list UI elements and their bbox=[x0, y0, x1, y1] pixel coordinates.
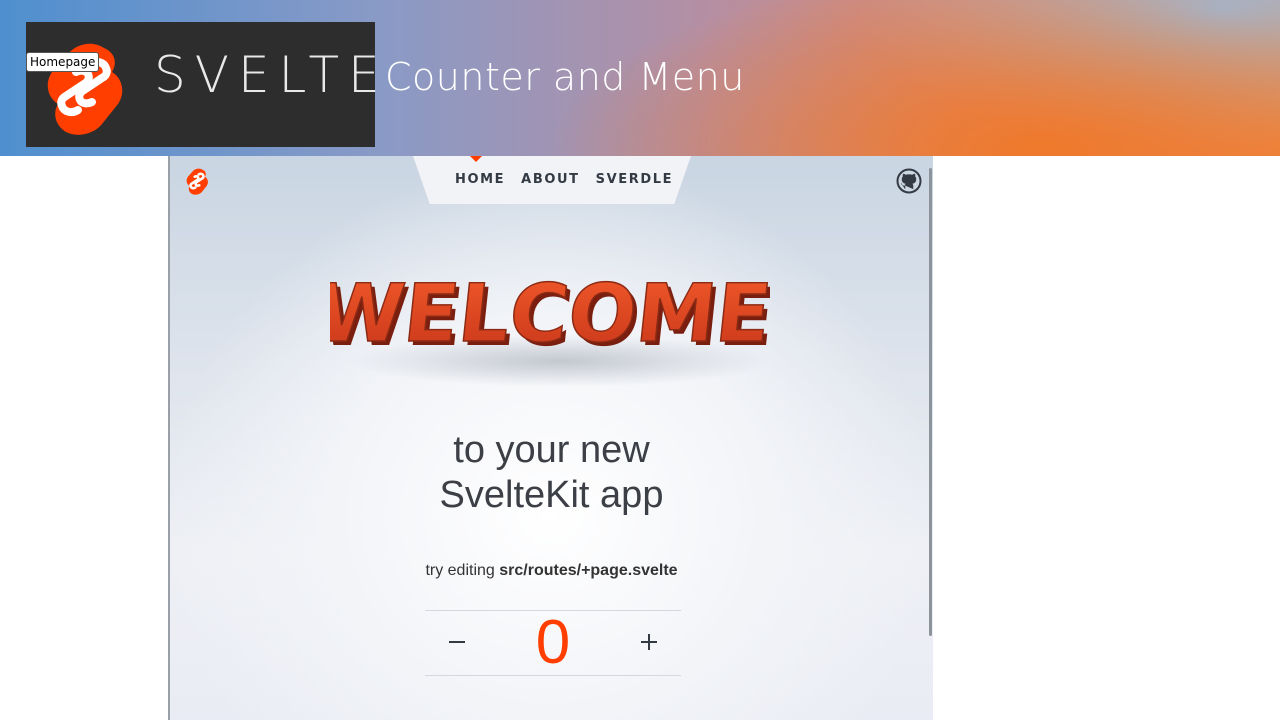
counter-value: 0 bbox=[535, 608, 571, 677]
welcome-illustration: WELCOME WELCOME bbox=[330, 266, 770, 386]
plus-icon bbox=[641, 633, 657, 650]
svelte-wordmark: SVELTE bbox=[154, 46, 389, 104]
counter: 0 bbox=[425, 610, 681, 676]
minus-icon bbox=[449, 640, 465, 643]
edit-hint: try editing src/routes/+page.svelte bbox=[170, 562, 933, 580]
headline: to your new SvelteKit app bbox=[170, 428, 933, 518]
headline-line-2: SvelteKit app bbox=[439, 474, 664, 516]
page-title: Counter and Menu bbox=[385, 55, 745, 99]
banner: SVELTE Counter and Menu Homepage bbox=[0, 0, 1280, 156]
headline-line-1: to your new bbox=[453, 429, 650, 471]
nav-home-link[interactable]: HOME bbox=[455, 172, 505, 187]
nav-sverdle-link[interactable]: SVERDLE bbox=[596, 172, 673, 187]
scrollbar[interactable] bbox=[929, 168, 932, 636]
active-nav-indicator bbox=[470, 156, 482, 162]
welcome-text: WELCOME bbox=[330, 267, 770, 360]
hint-file-path: src/routes/+page.svelte bbox=[499, 562, 678, 579]
homepage-tooltip: Homepage bbox=[26, 52, 100, 72]
app-preview: HOME ABOUT SVERDLE WELCOME WELCOME to yo… bbox=[168, 156, 933, 720]
decrement-button[interactable] bbox=[425, 611, 489, 675]
svelte-nav-logo-icon[interactable] bbox=[184, 167, 210, 195]
hint-prefix: try editing bbox=[425, 562, 500, 579]
nav-links: HOME ABOUT SVERDLE bbox=[455, 172, 673, 187]
svelte-logo-link[interactable]: SVELTE bbox=[26, 22, 380, 147]
nav-about-link[interactable]: ABOUT bbox=[521, 172, 579, 187]
github-icon[interactable] bbox=[896, 168, 922, 194]
increment-button[interactable] bbox=[617, 611, 681, 675]
